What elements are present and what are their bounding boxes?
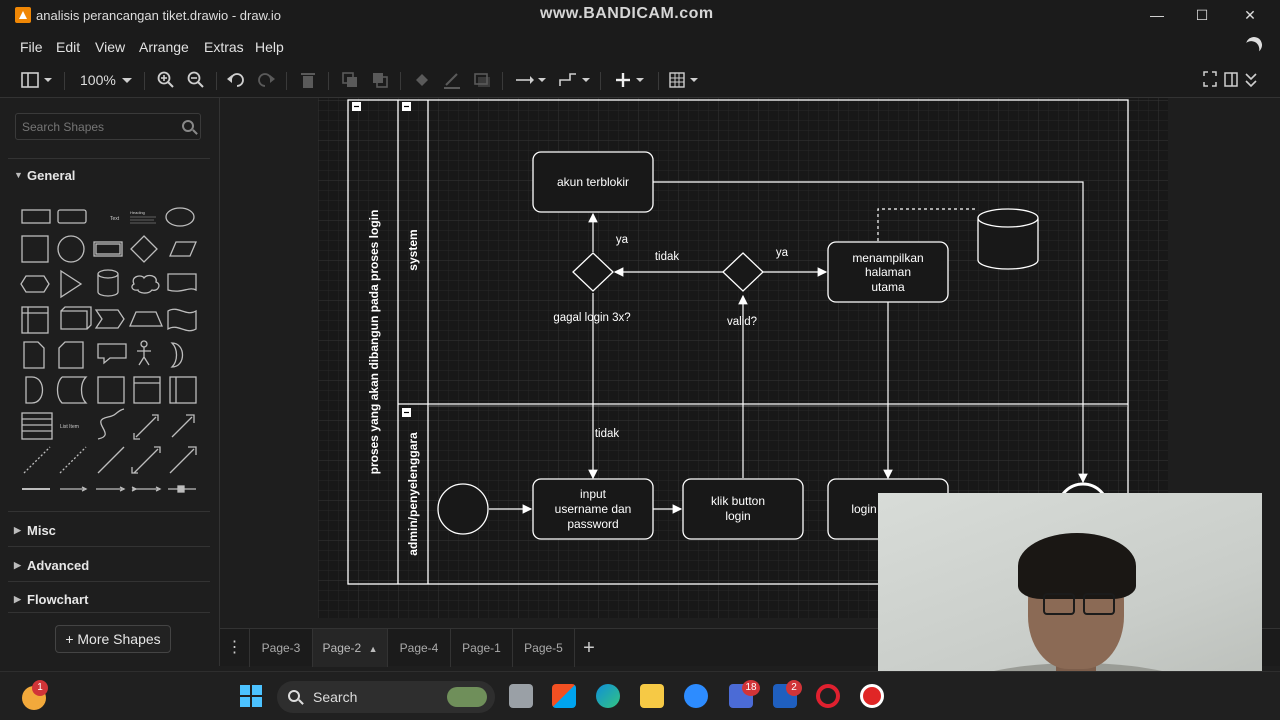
klik-label-line1: klik button — [711, 494, 765, 508]
minimize-button[interactable]: — — [1145, 4, 1169, 26]
decision-label-valid: valid? — [727, 316, 757, 328]
title-bar: analisis perancangan tiket.drawio - draw… — [0, 0, 1280, 32]
expand-down-icon: ▼ — [14, 170, 23, 180]
windows-taskbar: 1 Search 18 2 — [0, 671, 1280, 720]
more-shapes-button[interactable]: + More Shapes — [55, 625, 171, 653]
menampilkan-label-line3: utama — [871, 280, 905, 294]
search-icon — [288, 690, 300, 702]
search-shapes-box[interactable] — [15, 113, 201, 140]
taskbar-search[interactable]: Search — [277, 681, 495, 713]
glasses — [1043, 593, 1115, 615]
database-cylinder[interactable] — [977, 208, 1039, 270]
section-misc[interactable]: ▶ Misc — [8, 516, 210, 546]
teams-badge: 18 — [742, 680, 760, 696]
edge-label-tidak-valid: tidak — [655, 251, 680, 263]
search-highlight-icon — [447, 687, 487, 707]
general-shapes-palette[interactable]: Text Heading List Item — [18, 203, 203, 493]
section-general[interactable]: ▼ General — [8, 161, 210, 191]
opera-browser-icon[interactable] — [816, 684, 840, 708]
shape-list-item-label: List Item — [60, 424, 79, 430]
redo-icon[interactable] — [256, 70, 276, 90]
zoom-in-icon[interactable] — [156, 70, 176, 90]
menampilkan-label-line2: halaman — [865, 265, 911, 279]
bandicam-watermark: www.BANDICAM.com — [540, 5, 714, 22]
insert-plus-icon[interactable] — [612, 70, 648, 90]
edge-label-ya-blocked: ya — [616, 234, 629, 246]
edge-label-tidak-retry: tidak — [595, 428, 620, 440]
shapes-sidebar: ▼ General — [8, 98, 220, 666]
zoom-app-icon[interactable] — [684, 684, 708, 708]
menu-edit[interactable]: Edit — [56, 39, 80, 55]
section-advanced[interactable]: ▶ Advanced — [8, 551, 210, 581]
input-label-line1: input — [580, 487, 607, 501]
collapse-icon[interactable] — [1243, 70, 1259, 90]
input-label-line2: username dan — [555, 502, 632, 516]
menu-extras[interactable]: Extras — [204, 39, 244, 55]
zoom-dropdown-icon[interactable] — [120, 70, 134, 90]
zoom-level[interactable]: 100% — [80, 72, 116, 88]
section-flowchart[interactable]: ▶ Flowchart — [8, 585, 210, 615]
tab-page-5[interactable]: Page-5 — [513, 629, 575, 667]
table-icon[interactable] — [668, 70, 702, 90]
file-explorer-icon[interactable] — [640, 684, 664, 708]
microsoft-store-icon[interactable] — [552, 684, 576, 708]
to-back-icon[interactable] — [370, 70, 390, 90]
task-view-icon[interactable] — [509, 684, 533, 708]
start-event[interactable] — [437, 483, 489, 535]
add-page-icon[interactable]: + — [575, 629, 603, 667]
menampilkan-label-line1: menampilkan — [852, 251, 923, 265]
menu-file[interactable]: File — [20, 39, 43, 55]
waypoints-icon[interactable] — [558, 70, 590, 90]
klik-label-line2: login — [725, 509, 750, 523]
menu-view[interactable]: View — [95, 39, 125, 55]
maximize-button[interactable]: ☐ — [1190, 4, 1214, 26]
zoom-out-icon[interactable] — [186, 70, 206, 90]
pool-title[interactable]: proses yang akan dibangun pada proses lo… — [367, 210, 381, 475]
tab-page-1[interactable]: Page-1 — [451, 629, 513, 667]
menu-help[interactable]: Help — [255, 39, 284, 55]
launcher-badge: 2 — [786, 680, 802, 696]
bandicam-record-icon[interactable] — [860, 684, 884, 708]
fill-color-icon[interactable] — [412, 70, 432, 90]
menu-arrange[interactable]: Arrange — [139, 39, 189, 55]
delete-icon[interactable] — [298, 70, 318, 90]
pages-menu-icon[interactable]: ⋮ — [220, 629, 250, 667]
edge-label-ya-valid: ya — [776, 247, 789, 259]
weather-badge: 1 — [32, 680, 48, 696]
windows-start-icon[interactable] — [239, 684, 263, 708]
connection-style-icon[interactable] — [514, 70, 546, 90]
chevron-up-icon[interactable]: ▲ — [369, 644, 378, 654]
shape-text-label: Text — [110, 216, 120, 222]
decision-label-gagal: gagal login 3x? — [553, 312, 630, 324]
tab-page-3[interactable]: Page-3 — [250, 629, 313, 667]
akun-terblokir-label: akun terblokir — [557, 175, 629, 189]
format-panel-icon[interactable] — [20, 70, 54, 90]
expand-right-icon: ▶ — [14, 525, 21, 535]
tab-page-2[interactable]: Page-2 ▲ — [313, 629, 388, 667]
search-shapes-input[interactable] — [22, 120, 172, 134]
shape-heading-label: Heading — [130, 210, 145, 215]
line-color-icon[interactable] — [442, 70, 462, 90]
lane-admin-title[interactable]: admin/penyelenggara — [406, 432, 420, 556]
tab-page-4[interactable]: Page-4 — [388, 629, 451, 667]
toolbar — [0, 62, 1280, 98]
expand-right-icon: ▶ — [14, 560, 21, 570]
search-icon[interactable] — [182, 120, 194, 132]
close-button[interactable]: ✕ — [1238, 4, 1262, 26]
to-front-icon[interactable] — [340, 70, 360, 90]
fullscreen-icon[interactable] — [1202, 70, 1218, 90]
format-toggle-icon[interactable] — [1223, 70, 1239, 90]
input-label-line3: password — [567, 517, 618, 531]
lane-system-title[interactable]: system — [406, 229, 420, 270]
edge-browser-icon[interactable] — [596, 684, 620, 708]
drawio-logo-icon — [15, 7, 31, 23]
expand-right-icon: ▶ — [14, 594, 21, 604]
login-label: login — [851, 502, 876, 516]
undo-icon[interactable] — [226, 70, 246, 90]
shadow-icon[interactable] — [472, 70, 492, 90]
window-title: analisis perancangan tiket.drawio - draw… — [36, 8, 281, 23]
menu-bar: File Edit View Arrange Extras Help — [0, 32, 1280, 62]
